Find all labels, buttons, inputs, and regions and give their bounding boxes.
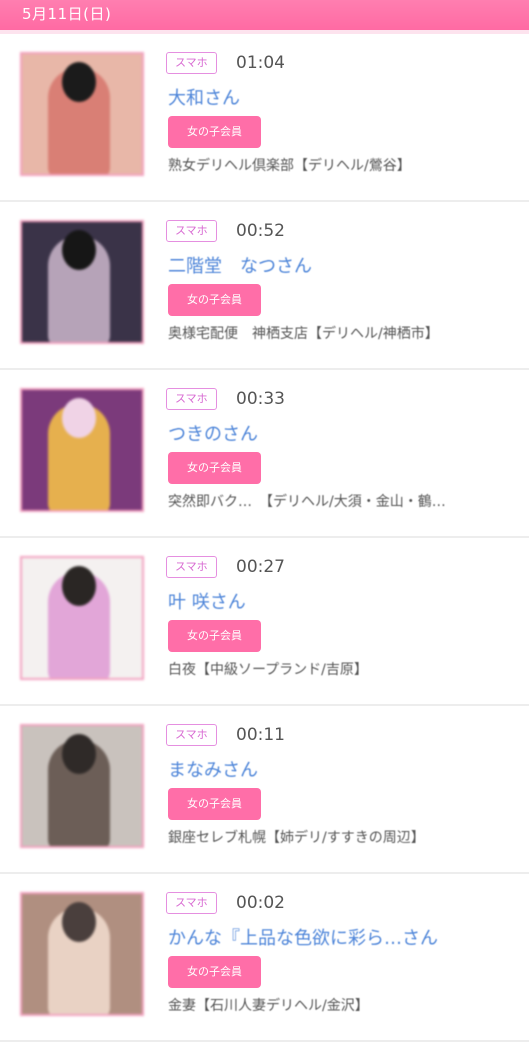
thumbnail-hair [62, 62, 96, 102]
device-badge: スマホ [166, 388, 217, 410]
device-badge: スマホ [166, 892, 217, 914]
girl-name-link[interactable]: つきのさん [168, 420, 258, 446]
girl-name-link[interactable]: まなみさん [168, 756, 258, 782]
member-tag: 女の子会員 [168, 620, 261, 652]
thumbnail-hair [62, 902, 96, 942]
girl-name-link[interactable]: 二階堂 なつさん [168, 252, 312, 278]
thumbnail-hair [62, 566, 96, 606]
member-tag: 女の子会員 [168, 956, 261, 988]
member-tag: 女の子会員 [168, 116, 261, 148]
post-list: スマホ 01:04 大和さん 女の子会員 熟女デリヘル倶楽部【デリヘル/鶯谷】 … [0, 34, 529, 1042]
thumbnail-hair [62, 230, 96, 270]
profile-thumbnail[interactable] [20, 724, 144, 848]
shop-info[interactable]: 白夜【中級ソープランド/吉原】 [168, 659, 368, 679]
post-time: 00:27 [236, 557, 285, 577]
post-time: 00:52 [236, 221, 285, 241]
list-item[interactable]: スマホ 00:02 かんな『上品な色欲に彩ら…さん 女の子会員 金妻【石川人妻デ… [0, 874, 529, 1042]
profile-thumbnail[interactable] [20, 892, 144, 1016]
member-tag: 女の子会員 [168, 284, 261, 316]
profile-thumbnail[interactable] [20, 388, 144, 512]
profile-thumbnail[interactable] [20, 52, 144, 176]
post-time: 00:02 [236, 893, 285, 913]
post-time: 00:33 [236, 389, 285, 409]
device-badge: スマホ [166, 52, 217, 74]
shop-info[interactable]: 金妻【石川人妻デリヘル/金沢】 [168, 995, 369, 1015]
list-item[interactable]: スマホ 01:04 大和さん 女の子会員 熟女デリヘル倶楽部【デリヘル/鶯谷】 [0, 34, 529, 202]
device-badge: スマホ [166, 556, 217, 578]
shop-info[interactable]: 奥様宅配便 神栖支店【デリヘル/神栖市】 [168, 323, 439, 343]
girl-name-link[interactable]: 叶 咲さん [168, 588, 246, 614]
member-tag: 女の子会員 [168, 452, 261, 484]
profile-thumbnail[interactable] [20, 220, 144, 344]
post-time: 00:11 [236, 725, 285, 745]
shop-info[interactable]: 熟女デリヘル倶楽部【デリヘル/鶯谷】 [168, 155, 411, 175]
list-item[interactable]: スマホ 00:11 まなみさん 女の子会員 銀座セレブ札幌【姉デリ/すすきの周辺… [0, 706, 529, 874]
girl-name-link[interactable]: かんな『上品な色欲に彩ら…さん [168, 924, 438, 950]
post-time: 01:04 [236, 53, 285, 73]
shop-info[interactable]: 銀座セレブ札幌【姉デリ/すすきの周辺】 [168, 827, 425, 847]
girl-name-link[interactable]: 大和さん [168, 84, 240, 110]
date-header: 5月11日(日) [0, 0, 529, 34]
profile-thumbnail[interactable] [20, 556, 144, 680]
thumbnail-hair [62, 734, 96, 774]
list-item[interactable]: スマホ 00:33 つきのさん 女の子会員 突然即バク… 【デリヘル/大須・金山… [0, 370, 529, 538]
device-badge: スマホ [166, 724, 217, 746]
member-tag: 女の子会員 [168, 788, 261, 820]
device-badge: スマホ [166, 220, 217, 242]
thumbnail-hair [62, 398, 96, 438]
list-item[interactable]: スマホ 00:52 二階堂 なつさん 女の子会員 奥様宅配便 神栖支店【デリヘル… [0, 202, 529, 370]
shop-info[interactable]: 突然即バク… 【デリヘル/大須・金山・鶴… [168, 491, 446, 511]
list-item[interactable]: スマホ 00:27 叶 咲さん 女の子会員 白夜【中級ソープランド/吉原】 [0, 538, 529, 706]
